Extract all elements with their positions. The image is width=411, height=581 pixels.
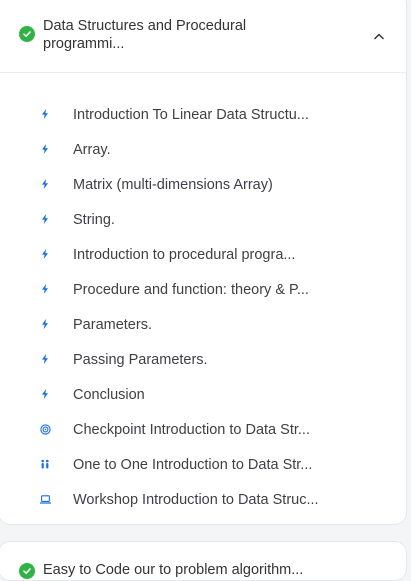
lesson-item[interactable]: Workshop Introduction to Data Struc... [0,482,406,517]
lesson-item[interactable]: Parameters. [0,307,406,342]
lightning-icon [39,248,51,260]
lesson-item[interactable]: Passing Parameters. [0,342,406,377]
module-title: Easy to Code our to problem algorithm... [43,562,304,578]
lesson-item[interactable]: One to One Introduction to Data Str... [0,447,406,482]
lesson-item[interactable]: Introduction To Linear Data Structu... [0,97,406,132]
lightning-icon [39,318,51,330]
lightning-icon [39,388,51,400]
chevron-up-icon[interactable] [371,30,387,42]
lesson-label: Passing Parameters. [73,352,208,368]
lesson-item[interactable]: String. [0,202,406,237]
lesson-label: Matrix (multi-dimensions Array) [73,177,273,193]
lesson-label: Workshop Introduction to Data Struc... [73,492,319,508]
lesson-label: Introduction to procedural progra... [73,247,296,263]
check-circle-icon [19,26,35,42]
lesson-label: Conclusion [73,387,145,403]
lesson-label: One to One Introduction to Data Str... [73,457,313,473]
target-icon [39,423,51,435]
check-circle-icon [19,563,35,579]
module-card-data-structures: Data Structures and Procedural programmi… [0,0,407,525]
module-card-next[interactable]: Easy to Code our to problem algorithm... [0,541,407,581]
lesson-item[interactable]: Checkpoint Introduction to Data Str... [0,412,406,447]
lesson-item[interactable]: Conclusion [0,377,406,412]
lesson-item[interactable]: Array. [0,132,406,167]
lesson-label: Checkpoint Introduction to Data Str... [73,422,310,438]
lesson-label: Introduction To Linear Data Structu... [73,107,309,123]
module-header[interactable]: Data Structures and Procedural programmi… [0,1,406,73]
lesson-item[interactable]: Matrix (multi-dimensions Array) [0,167,406,202]
people-icon [39,458,51,470]
lightning-icon [39,213,51,225]
lesson-label: Parameters. [73,317,152,333]
lightning-icon [39,178,51,190]
lightning-icon [39,143,51,155]
lightning-icon [39,353,51,365]
lightning-icon [39,108,51,120]
lesson-label: Procedure and function: theory & P... [73,282,309,298]
lesson-list: Introduction To Linear Data Structu... A… [0,97,406,517]
laptop-icon [39,493,51,505]
lightning-icon [39,283,51,295]
lesson-item[interactable]: Introduction to procedural progra... [0,237,406,272]
lesson-label: String. [73,212,115,228]
lesson-label: Array. [73,142,111,158]
module-title: Data Structures and Procedural programmi… [43,18,247,52]
lesson-item[interactable]: Procedure and function: theory & P... [0,272,406,307]
